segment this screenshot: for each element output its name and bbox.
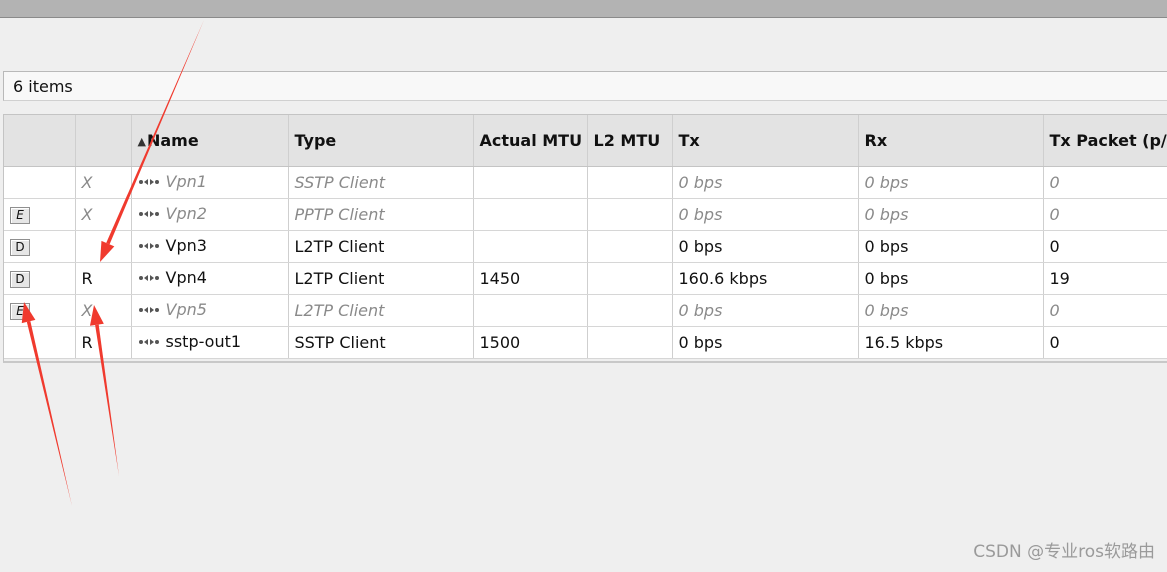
row-tx: 0 bps (672, 230, 859, 263)
row-tx-packet: 0 (1043, 230, 1167, 263)
row-tx: 0 bps (672, 198, 859, 231)
row-flag: X (75, 294, 132, 327)
column-header-actual-mtu[interactable]: Actual MTU (473, 115, 588, 167)
column-header-type[interactable]: Type (288, 115, 474, 167)
interface-tunnel-icon (138, 236, 160, 255)
row-rx: 0 bps (858, 198, 1044, 231)
row-actual-mtu: 1500 (473, 326, 588, 359)
row-actual-mtu (473, 166, 588, 199)
column-header-tx[interactable]: Tx (672, 115, 859, 167)
row-tx-packet: 0 (1043, 198, 1167, 231)
item-count-bar: 6 items (3, 71, 1167, 101)
watermark: CSDN @专业ros软路由 (973, 542, 1155, 562)
row-type: L2TP Client (288, 294, 474, 327)
row-l2-mtu (587, 262, 673, 295)
row-actual-mtu (473, 198, 588, 231)
row-name: Vpn5 (165, 300, 207, 319)
row-flag (75, 230, 132, 263)
column-header-name[interactable]: ▲Name (131, 115, 289, 167)
interface-list-grid: ▲Name Type Actual MTU L2 MTU Tx Rx Tx Pa… (3, 114, 1167, 363)
interface-tunnel-icon (138, 268, 160, 287)
disable-button[interactable]: D (10, 271, 30, 288)
row-action-cell: D (4, 262, 76, 295)
row-flag: R (75, 326, 132, 359)
row-name: Vpn1 (165, 172, 207, 191)
row-action-cell: E (4, 294, 76, 327)
row-rx: 0 bps (858, 230, 1044, 263)
row-tx-packet: 0 (1043, 326, 1167, 359)
table-header-row: ▲Name Type Actual MTU L2 MTU Tx Rx Tx Pa… (4, 115, 1167, 167)
table-row[interactable]: D Vpn3 L2TP Client 0 bps 0 bps 0 (4, 230, 1167, 263)
row-l2-mtu (587, 294, 673, 327)
row-actual-mtu: 1450 (473, 262, 588, 295)
row-name-cell: Vpn3 (131, 230, 289, 263)
row-flag: R (75, 262, 132, 295)
row-name: sstp-out1 (165, 332, 242, 351)
interface-tunnel-icon (138, 332, 160, 351)
enable-button[interactable]: E (10, 303, 30, 320)
table-row[interactable]: E X Vpn5 L2TP Client 0 bps 0 bps 0 (4, 294, 1167, 327)
item-count: 6 items (13, 77, 73, 96)
row-action-cell: E (4, 198, 76, 231)
interface-tunnel-icon (138, 300, 160, 319)
table-row[interactable]: D R Vpn4 L2TP Client 1450 160.6 kbps 0 b… (4, 262, 1167, 295)
sort-ascending-icon: ▲ (137, 134, 146, 148)
row-rx: 0 bps (858, 262, 1044, 295)
row-type: L2TP Client (288, 230, 474, 263)
row-name-cell: Vpn5 (131, 294, 289, 327)
table-row[interactable]: R sstp-out1 SSTP Client 1500 0 bps 16.5 … (4, 326, 1167, 359)
row-name-cell: Vpn1 (131, 166, 289, 199)
column-header-l2-mtu[interactable]: L2 MTU (587, 115, 673, 167)
row-name: Vpn4 (165, 268, 207, 287)
row-tx-packet: 0 (1043, 294, 1167, 327)
row-name: Vpn3 (165, 236, 207, 255)
row-tx: 0 bps (672, 326, 859, 359)
row-name-cell: sstp-out1 (131, 326, 289, 359)
row-rx: 0 bps (858, 294, 1044, 327)
table-row[interactable]: X Vpn1 SSTP Client 0 bps 0 bps 0 (4, 166, 1167, 199)
row-name-cell: Vpn4 (131, 262, 289, 295)
interface-tunnel-icon (138, 204, 160, 223)
enable-button[interactable]: E (10, 207, 30, 224)
row-action-cell (4, 166, 76, 199)
column-header-buttons[interactable] (4, 115, 76, 167)
row-actual-mtu (473, 230, 588, 263)
column-header-rx[interactable]: Rx (858, 115, 1044, 167)
window-top-bar (0, 0, 1167, 18)
row-rx: 16.5 kbps (858, 326, 1044, 359)
row-name: Vpn2 (165, 204, 207, 223)
row-name-cell: Vpn2 (131, 198, 289, 231)
disable-button[interactable]: D (10, 239, 30, 256)
row-tx: 160.6 kbps (672, 262, 859, 295)
column-header-tx-packet[interactable]: Tx Packet (p/s) (1043, 115, 1167, 167)
row-tx-packet: 19 (1043, 262, 1167, 295)
row-flag: X (75, 166, 132, 199)
row-action-cell (4, 326, 76, 359)
row-actual-mtu (473, 294, 588, 327)
column-header-flags[interactable] (75, 115, 132, 167)
row-l2-mtu (587, 198, 673, 231)
row-tx: 0 bps (672, 166, 859, 199)
row-tx-packet: 0 (1043, 166, 1167, 199)
interface-tunnel-icon (138, 172, 160, 191)
row-action-cell: D (4, 230, 76, 263)
interface-table: ▲Name Type Actual MTU L2 MTU Tx Rx Tx Pa… (4, 115, 1167, 359)
table-row[interactable]: E X Vpn2 PPTP Client 0 bps 0 bps 0 (4, 198, 1167, 231)
row-type: PPTP Client (288, 198, 474, 231)
row-type: SSTP Client (288, 326, 474, 359)
column-header-name-label: Name (146, 130, 199, 150)
row-l2-mtu (587, 166, 673, 199)
row-type: L2TP Client (288, 262, 474, 295)
row-flag: X (75, 198, 132, 231)
row-type: SSTP Client (288, 166, 474, 199)
row-rx: 0 bps (858, 166, 1044, 199)
row-tx: 0 bps (672, 294, 859, 327)
row-l2-mtu (587, 230, 673, 263)
row-l2-mtu (587, 326, 673, 359)
